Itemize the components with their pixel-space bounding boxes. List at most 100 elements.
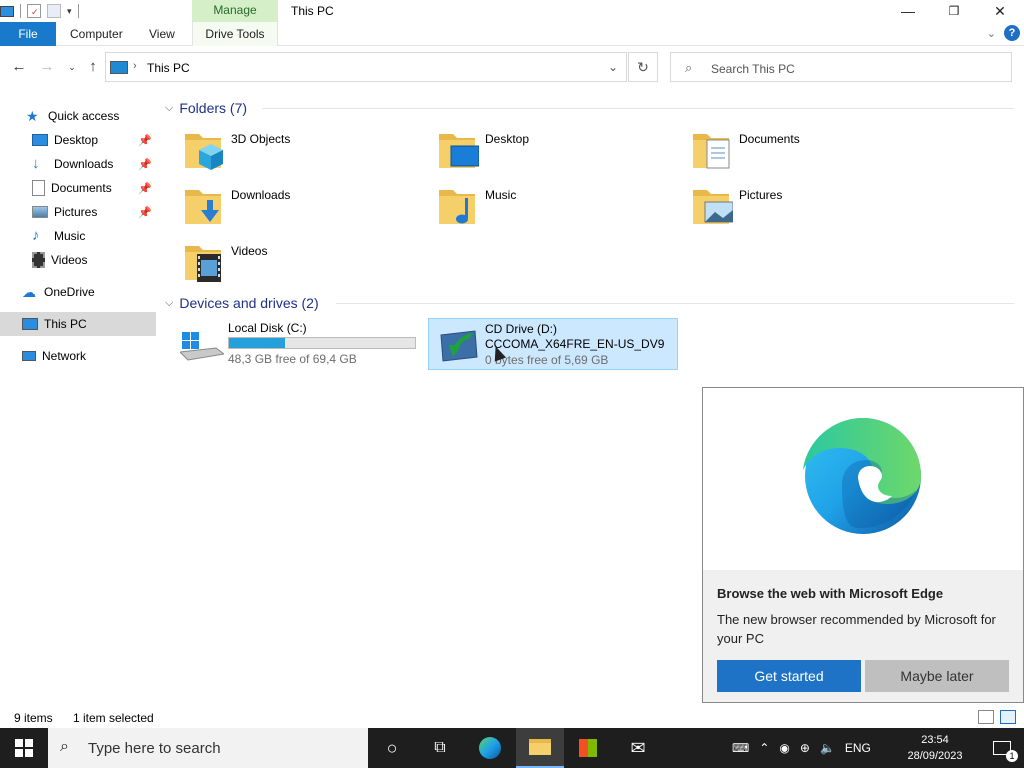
network-tray-icon[interactable]: ⊕ [800, 741, 810, 755]
sidebar-item-documents[interactable]: Documents 📌 [0, 176, 156, 200]
get-started-button[interactable]: Get started [717, 660, 861, 692]
maybe-later-button[interactable]: Maybe later [865, 660, 1009, 692]
cortana-circle-icon: ○ [386, 737, 398, 758]
back-button[interactable]: ← [10, 58, 28, 76]
qat-dropdown-icon[interactable]: ▾ [67, 6, 72, 17]
volume-muted-icon[interactable]: 🔈 [820, 741, 835, 755]
taskbar-store[interactable] [564, 728, 612, 768]
maximize-button[interactable]: ❐ [931, 0, 977, 22]
help-icon[interactable]: ? [1004, 25, 1020, 41]
mail-icon: ✉ [630, 737, 646, 758]
address-dropdown-icon[interactable]: ⌄ [608, 60, 618, 74]
folder-videos[interactable]: Videos [185, 240, 435, 290]
hard-drive-icon [180, 332, 224, 361]
folder-downloads[interactable]: Downloads [185, 184, 435, 234]
folder-3d-objects[interactable]: 3D Objects [185, 128, 435, 178]
taskbar-mail[interactable]: ✉ [614, 728, 662, 768]
sidebar-item-downloads[interactable]: ↓ Downloads 📌 [0, 152, 156, 176]
breadcrumb[interactable]: This PC [147, 61, 190, 75]
sidebar-item-onedrive[interactable]: ☁ OneDrive [0, 280, 156, 304]
pin-icon[interactable]: 📌 [138, 134, 152, 147]
arrow-left-icon: ← [11, 58, 27, 75]
sidebar-item-desktop[interactable]: Desktop 📌 [0, 128, 156, 152]
keyboard-icon[interactable]: ⌨ [732, 741, 749, 755]
documents-icon [32, 180, 45, 196]
devices-section-header[interactable]: ⌵ Devices and drives (2) [165, 293, 319, 313]
folder-desktop[interactable]: Desktop [439, 128, 689, 178]
camera-icon[interactable]: ◉ [779, 741, 789, 755]
tab-file[interactable]: File [0, 22, 56, 46]
sidebar-item-label: Videos [51, 253, 88, 267]
new-folder-icon[interactable] [47, 4, 61, 18]
tab-computer[interactable]: Computer [56, 22, 137, 46]
start-button[interactable] [0, 728, 48, 768]
details-view-icon[interactable] [978, 710, 994, 724]
breadcrumb-separator-icon[interactable]: › [133, 60, 137, 72]
address-bar[interactable]: › This PC ⌄ [105, 52, 627, 82]
language-indicator[interactable]: ENG [845, 741, 871, 755]
properties-icon[interactable]: ✓ [27, 4, 41, 18]
minimize-button[interactable]: — [885, 0, 931, 22]
folder-documents[interactable]: Documents [693, 128, 943, 178]
show-hidden-icons-icon[interactable]: ⌃ [759, 741, 769, 755]
ribbon-right: ⌄ ? [987, 25, 1020, 41]
drive-free-space: 48,3 GB free of 69,4 GB [228, 352, 357, 366]
arrow-right-icon: → [39, 58, 55, 75]
status-bar: 9 items 1 item selected [0, 708, 1024, 728]
pin-icon[interactable]: 📌 [138, 158, 152, 171]
task-view-button[interactable]: ⧉ [416, 728, 464, 768]
forward-button[interactable]: → [38, 58, 56, 76]
sidebar-item-quick-access[interactable]: ★ Quick access [0, 104, 156, 128]
recent-locations-button[interactable]: ⌄ [63, 58, 81, 76]
ribbon-tabs: File Computer View Drive Tools ⌄ ? [0, 22, 1024, 46]
folders-header-label: Folders (7) [179, 100, 248, 116]
manage-context-tab[interactable]: Manage [192, 0, 278, 22]
taskbar-file-explorer[interactable] [516, 728, 564, 768]
computer-small-icon[interactable] [0, 5, 14, 17]
edge-promo-title: Browse the web with Microsoft Edge [717, 586, 944, 601]
sidebar-item-pictures[interactable]: Pictures 📌 [0, 200, 156, 224]
edge-taskbar-icon [479, 737, 501, 759]
folder-music[interactable]: Music [439, 184, 689, 234]
action-center-button[interactable]: 1 [980, 728, 1024, 768]
up-button[interactable]: ↑ [84, 58, 102, 76]
sidebar-item-music[interactable]: ♪ Music [0, 224, 156, 248]
folder-downloads-icon [185, 190, 221, 224]
tab-drive-tools[interactable]: Drive Tools [192, 22, 278, 46]
tab-view[interactable]: View [135, 22, 189, 46]
taskbar-search-input[interactable]: ⌕ Type here to search [48, 728, 368, 768]
folders-section-header[interactable]: ⌵ Folders (7) [165, 98, 247, 118]
large-icons-view-icon[interactable] [1000, 710, 1016, 724]
drive-local-disk-c[interactable]: Local Disk (C:) 48,3 GB free of 69,4 GB [172, 318, 422, 370]
cortana-button[interactable]: ○ [368, 728, 416, 768]
close-button[interactable]: ✕ [977, 0, 1023, 22]
search-input[interactable]: ⌕ Search This PC [670, 52, 1012, 82]
pin-icon[interactable]: 📌 [138, 182, 152, 195]
sidebar-item-label: Documents [51, 181, 112, 195]
edge-promo-popup: Browse the web with Microsoft Edge The n… [702, 387, 1024, 703]
chevron-down-icon: ⌵ [165, 296, 174, 309]
search-placeholder: Search This PC [711, 62, 795, 76]
clock[interactable]: 23:54 28/09/2023 [900, 732, 970, 764]
sidebar-item-videos[interactable]: Videos [0, 248, 156, 272]
expand-ribbon-icon[interactable]: ⌄ [987, 27, 996, 40]
computer-icon [22, 318, 38, 330]
cd-drive-icon [440, 330, 478, 362]
window-title: This PC [291, 4, 334, 18]
taskbar-edge[interactable] [466, 728, 514, 768]
star-icon: ★ [26, 108, 39, 124]
refresh-button[interactable]: ↻ [628, 52, 658, 82]
chevron-down-icon: ⌵ [165, 101, 174, 114]
sidebar-item-network[interactable]: Network [0, 344, 156, 368]
items-count: 9 items [14, 711, 53, 725]
pin-icon[interactable]: 📌 [138, 206, 152, 219]
videos-icon [32, 252, 45, 268]
section-divider [262, 108, 1014, 109]
drive-cd-d[interactable]: CD Drive (D:) CCCOMA_X64FRE_EN-US_DV9 0 … [428, 318, 678, 370]
folder-documents-icon [693, 134, 730, 169]
sidebar-item-label: Network [42, 349, 87, 363]
desktop-icon [32, 134, 48, 146]
folder-pictures[interactable]: Pictures [693, 184, 943, 234]
chevron-down-icon: ⌄ [68, 62, 76, 72]
sidebar-item-this-pc[interactable]: This PC [0, 312, 156, 336]
